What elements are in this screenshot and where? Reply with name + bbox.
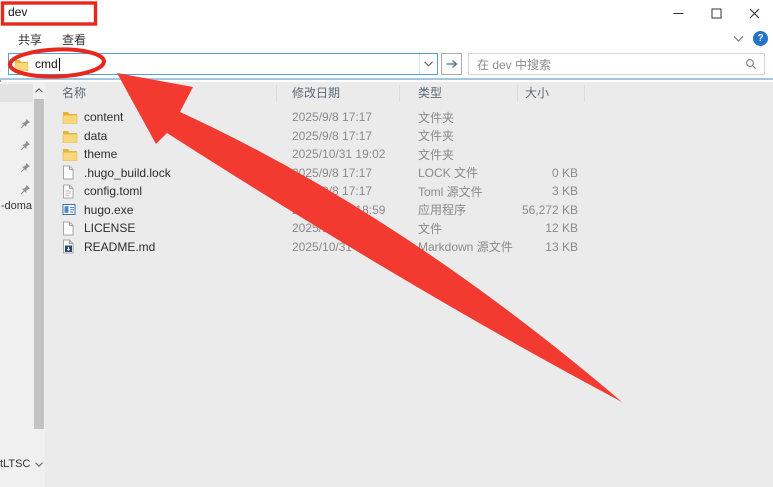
file-name: README.md	[84, 240, 155, 254]
file-date: 2025/10/31 18:59	[277, 221, 400, 235]
file-list-pane: 名称 修改日期 类型 大小 content2025/9/8 17:17文件夹da…	[45, 82, 773, 487]
navigation-pane: -doma tLTSC	[0, 82, 33, 487]
title-bar[interactable]: dev	[0, 0, 773, 26]
minimize-button[interactable]	[659, 0, 697, 26]
file-name: hugo.exe	[84, 203, 133, 217]
file-date: 2025/9/8 17:17	[277, 166, 400, 180]
text-cursor	[59, 58, 60, 71]
file-row[interactable]: config.toml 2025/9/8 17:17Toml 源文件3 KB	[45, 182, 773, 201]
column-header-date[interactable]: 修改日期	[277, 85, 400, 102]
close-button[interactable]	[735, 0, 773, 26]
folder-icon	[62, 110, 78, 125]
file-name: theme	[84, 147, 117, 161]
doc-icon	[62, 184, 78, 199]
nav-item-highlight	[0, 84, 33, 102]
chevron-up-icon	[35, 88, 43, 93]
minimize-icon	[673, 8, 684, 19]
file-row[interactable]: theme 2025/10/31 19:02文件夹	[45, 145, 773, 164]
chevron-down-icon	[424, 61, 433, 67]
file-name: config.toml	[84, 184, 142, 198]
pin-icon[interactable]	[20, 140, 31, 151]
pin-icon[interactable]	[20, 118, 31, 129]
close-icon	[749, 8, 760, 19]
file-date: 2025/10/31 19:02	[277, 147, 400, 161]
folder-icon	[14, 58, 29, 71]
toolbar: cmd 在 dev 中搜索	[0, 50, 773, 80]
file-size: 12 KB	[518, 221, 578, 235]
folder-icon	[62, 128, 78, 143]
column-header-name[interactable]: 名称	[45, 85, 277, 102]
maximize-button[interactable]	[697, 0, 735, 26]
address-dropdown-button[interactable]	[420, 61, 437, 67]
file-date: 2025/9/8 17:17	[277, 110, 400, 124]
file-date: 2025/9/8 17:17	[277, 129, 400, 143]
chevron-down-icon	[35, 462, 43, 467]
arrow-right-icon	[446, 59, 458, 69]
pin-icon[interactable]	[20, 162, 31, 173]
file-icon	[62, 165, 78, 180]
ribbon-collapse-chevron-icon[interactable]	[733, 35, 744, 43]
file-name: .hugo_build.lock	[84, 166, 171, 180]
file-row[interactable]: .hugo_build.lock 2025/9/8 17:17LOCK 文件0 K…	[45, 164, 773, 183]
address-bar[interactable]: cmd	[8, 53, 438, 75]
file-size: 56,272 KB	[518, 203, 578, 217]
file-type: 文件夹	[400, 127, 518, 144]
ribbon-tab-row: 共享 查看 ?	[0, 26, 773, 50]
search-input[interactable]: 在 dev 中搜索	[477, 56, 745, 73]
file-type: LOCK 文件	[400, 164, 518, 181]
file-name: LICENSE	[84, 221, 135, 235]
folder-icon	[62, 147, 78, 162]
column-headers: 名称 修改日期 类型 大小	[45, 82, 773, 104]
file-type: 文件夹	[400, 146, 518, 163]
nav-item-truncated[interactable]: -doma	[1, 200, 32, 212]
tab-share[interactable]: 共享	[18, 31, 42, 48]
scrollbar-thumb[interactable]	[34, 99, 44, 429]
file-type: 应用程序	[400, 201, 518, 218]
file-type: Markdown 源文件	[400, 238, 518, 255]
file-size: 0 KB	[518, 166, 578, 180]
scroll-up-button[interactable]	[33, 82, 45, 98]
file-type: 文件夹	[400, 109, 518, 126]
file-date: 2025/9/8 17:17	[277, 184, 400, 198]
content-area: -doma tLTSC 名称 修改日期 类型 大小 content 2025/9/…	[0, 82, 773, 487]
file-icon	[62, 221, 78, 236]
maximize-icon	[711, 8, 722, 19]
app-icon	[62, 202, 78, 217]
file-list: content2025/9/8 17:17文件夹data2025/9/8 17:…	[45, 108, 773, 256]
window-title: dev	[8, 5, 27, 19]
window-controls	[659, 0, 773, 26]
file-date: 2025/10/31 18:59	[277, 203, 400, 217]
address-input[interactable]: cmd	[35, 57, 58, 71]
md-icon	[62, 239, 78, 254]
file-name: content	[84, 110, 123, 124]
search-box[interactable]: 在 dev 中搜索	[468, 53, 765, 75]
tab-view[interactable]: 查看	[62, 31, 86, 48]
nav-scrollbar[interactable]	[33, 82, 45, 487]
address-go-button[interactable]	[441, 53, 462, 75]
explorer-window: dev 共享 查看 ? cmd	[0, 0, 773, 487]
file-row[interactable]: README.md 2025/10/31 18:59Markdown 源文件13 …	[45, 238, 773, 257]
file-name: data	[84, 129, 107, 143]
file-type: 文件	[400, 220, 518, 237]
file-type: Toml 源文件	[400, 183, 518, 200]
scroll-down-button[interactable]	[33, 456, 45, 472]
column-header-size[interactable]: 大小	[518, 85, 585, 102]
file-size: 13 KB	[518, 240, 578, 254]
file-row[interactable]: data 2025/9/8 17:17文件夹	[45, 127, 773, 146]
nav-item-truncated-bottom[interactable]: tLTSC	[0, 458, 30, 470]
file-row[interactable]: content 2025/9/8 17:17文件夹	[45, 108, 773, 127]
search-icon[interactable]	[745, 58, 757, 70]
file-size: 3 KB	[518, 184, 578, 198]
column-header-type[interactable]: 类型	[400, 85, 518, 102]
file-row[interactable]: hugo.exe 2025/10/31 18:59应用程序56,272 KB	[45, 201, 773, 220]
pin-icon[interactable]	[20, 184, 31, 195]
help-icon[interactable]: ?	[753, 31, 768, 46]
file-row[interactable]: LICENSE 2025/10/31 18:59文件12 KB	[45, 219, 773, 238]
file-date: 2025/10/31 18:59	[277, 240, 400, 254]
